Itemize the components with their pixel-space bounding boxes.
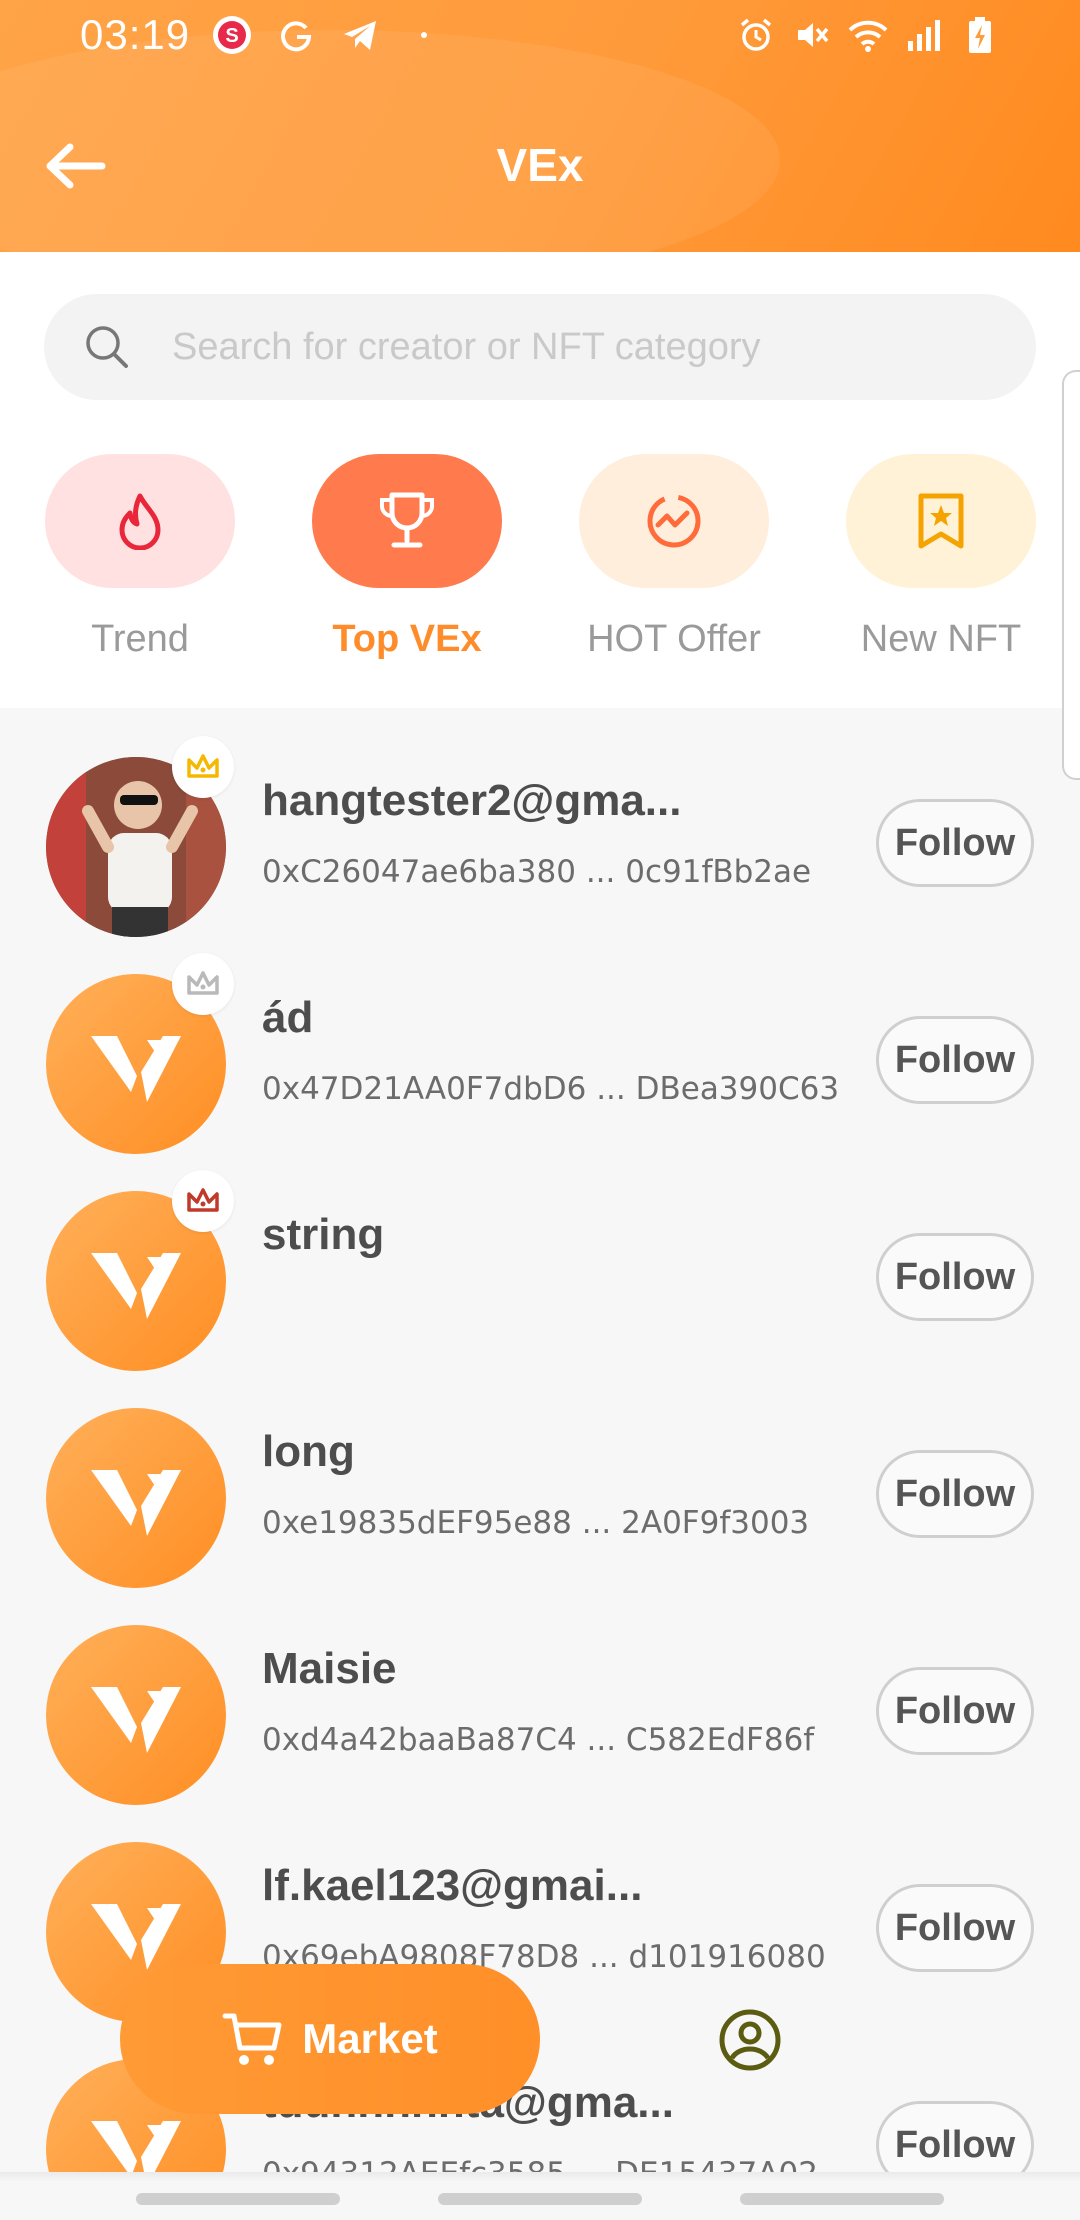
wallet-address: 0xC26047ae6ba380 ... 0c91fBb2ae (262, 854, 812, 890)
bottom-divider (0, 2172, 1080, 2182)
status-bar: 03:19 S (0, 0, 1080, 70)
category-hot-offer-pill[interactable] (579, 454, 769, 588)
search-input[interactable] (172, 325, 972, 369)
rank-badge (172, 953, 234, 1015)
follow-button[interactable]: Follow (876, 1667, 1034, 1755)
gesture-handle-right[interactable] (740, 2193, 944, 2205)
wallet-address: 0x47D21AA0F7dbD6 ... DBea390C63 (262, 1071, 840, 1107)
follow-button[interactable]: Follow (876, 1016, 1034, 1104)
vex-logo-icon (91, 1036, 181, 1102)
vex-logo-icon (91, 1253, 181, 1319)
list-item[interactable]: string Follow (0, 1142, 1080, 1371)
avatar[interactable] (46, 1408, 226, 1588)
category-new-nft-pill[interactable] (846, 454, 1036, 588)
profile-button[interactable] (718, 2008, 782, 2072)
arrow-left-icon (46, 143, 106, 189)
follow-button[interactable]: Follow (876, 799, 1034, 887)
crown-silver-icon (187, 971, 219, 995)
category-top-vex-pill[interactable] (312, 454, 502, 588)
top-panel: Trend Top VEx HOT Offer New NFT (0, 252, 1080, 708)
crown-gold-icon (187, 754, 219, 778)
page-title: VEx (496, 139, 584, 191)
user-circle-icon (719, 2009, 781, 2071)
signal-icon (904, 15, 944, 55)
app-header: 03:19 S VEx (0, 0, 1080, 252)
category-trend-pill[interactable] (45, 454, 235, 588)
list-item[interactable]: Maisie 0xd4a42baaBa87C4 ... C582EdF86f F… (0, 1576, 1080, 1805)
category-label: Trend (91, 618, 189, 660)
category-trend[interactable]: Trend (45, 454, 235, 661)
category-label: Top VEx (332, 618, 482, 660)
back-button[interactable] (44, 138, 116, 194)
crown-bronze-icon (187, 1188, 219, 1212)
creator-name: long (262, 1427, 355, 1476)
wifi-icon (848, 15, 888, 55)
vex-logo-icon (91, 1470, 181, 1536)
mute-icon (792, 15, 832, 55)
dot-icon (404, 15, 444, 55)
follow-button[interactable]: Follow (876, 1233, 1034, 1321)
gesture-handle-left[interactable] (136, 2193, 340, 2205)
wallet-address: 0xd4a42baaBa87C4 ... C582EdF86f (262, 1722, 815, 1758)
search-bar[interactable] (44, 294, 1036, 400)
rank-badge (172, 736, 234, 798)
category-label: New NFT (860, 618, 1022, 660)
flame-icon (119, 493, 161, 550)
gesture-handle-center[interactable] (438, 2193, 642, 2205)
category-label: HOT Offer (587, 618, 761, 660)
vex-logo-icon (91, 1687, 181, 1753)
status-time: 03:19 (80, 11, 191, 58)
market-button[interactable]: Market (120, 1964, 540, 2114)
search-icon (86, 326, 128, 368)
avatar[interactable] (46, 1625, 226, 1805)
creator-name: ád (262, 993, 314, 1042)
list-item[interactable]: long 0xe19835dEF95e88 ... 2A0F9f3003 Fol… (0, 1359, 1080, 1588)
nav-bar: VEx (0, 120, 1080, 210)
category-new-nft[interactable]: New NFT (846, 454, 1036, 661)
rank-badge (172, 1170, 234, 1232)
trophy-icon (380, 492, 434, 548)
star-bookmark-icon (918, 493, 964, 549)
google-icon (276, 15, 316, 55)
wallet-address: 0xe19835dEF95e88 ... 2A0F9f3003 (262, 1505, 810, 1541)
trend-chart-icon (647, 494, 701, 548)
list-item[interactable]: hangtester2@gma... 0xC26047ae6ba380 ... … (0, 708, 1080, 937)
svg-text:S: S (225, 25, 238, 47)
category-top-vex[interactable]: Top VEx (312, 454, 502, 661)
market-label: Market (302, 2015, 438, 2062)
telegram-icon (340, 15, 380, 55)
alarm-icon (736, 15, 776, 55)
creator-name: string (262, 1210, 385, 1259)
battery-charging-icon (960, 15, 1000, 55)
creator-name: lf.kael123@gmai... (262, 1861, 643, 1910)
list-item[interactable]: ád 0x47D21AA0F7dbD6 ... DBea390C63 Follo… (0, 925, 1080, 1154)
app-s-icon: S (212, 15, 252, 55)
follow-button[interactable]: Follow (876, 1884, 1034, 1972)
category-hot-offer[interactable]: HOT Offer (579, 454, 769, 661)
creator-name: hangtester2@gma... (262, 776, 682, 825)
creator-name: Maisie (262, 1644, 397, 1693)
category-tabs: Trend Top VEx HOT Offer New NFT (0, 454, 1080, 684)
cart-icon (222, 2010, 284, 2068)
follow-button[interactable]: Follow (876, 1450, 1034, 1538)
